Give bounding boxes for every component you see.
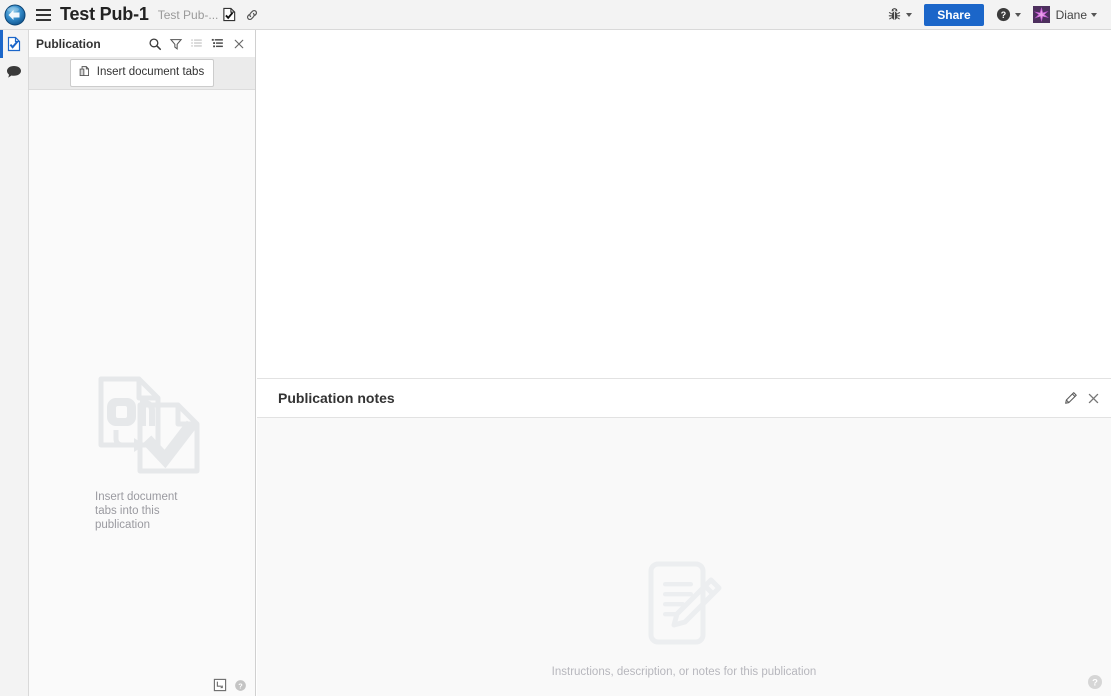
- publication-canvas: [257, 30, 1111, 378]
- sidebar-empty-state: Insert document tabs into this publicati…: [88, 372, 238, 532]
- share-button[interactable]: Share: [924, 3, 984, 26]
- document-check-icon: [7, 36, 21, 52]
- notes-pencil-illustration: [648, 561, 722, 645]
- user-menu-button[interactable]: Diane: [1027, 0, 1103, 30]
- insert-documents-illustration: [98, 376, 200, 474]
- tree-view-icon[interactable]: [207, 32, 228, 56]
- publication-notes-header: Publication notes: [257, 379, 1111, 418]
- panel-layout-icon[interactable]: [211, 676, 229, 694]
- help-icon[interactable]: ?: [231, 676, 249, 694]
- search-icon[interactable]: [144, 32, 165, 56]
- sidebar-toolbar: Insert document tabs: [29, 57, 255, 90]
- corner-help-icon[interactable]: ?: [1087, 674, 1103, 690]
- bug-report-button[interactable]: [881, 0, 918, 30]
- insert-document-tabs-label: Insert document tabs: [96, 66, 205, 79]
- pencil-edit-icon[interactable]: [1061, 386, 1081, 410]
- help-circle-icon: ?: [996, 7, 1010, 22]
- sidebar-item-publication[interactable]: [0, 30, 28, 58]
- close-icon[interactable]: [1083, 386, 1103, 410]
- top-bar: Test Pub-1 Test Pub-... Share ? Diane: [0, 0, 1111, 30]
- sidebar-title: Publication: [36, 36, 101, 51]
- left-icon-rail: [0, 30, 29, 696]
- close-icon[interactable]: [228, 32, 249, 56]
- publication-notes-body[interactable]: Instructions, description, or notes for …: [257, 418, 1111, 696]
- insert-document-tabs-button[interactable]: Insert document tabs: [69, 58, 215, 88]
- filter-icon[interactable]: [165, 32, 186, 56]
- svg-text:?: ?: [1092, 678, 1098, 689]
- chevron-down-icon: [906, 12, 913, 17]
- publication-sidebar: Publication Insert document tabs Insert …: [29, 30, 256, 696]
- insert-document-icon: [78, 65, 91, 82]
- document-check-icon[interactable]: [218, 0, 241, 30]
- bug-icon: [889, 8, 901, 20]
- app-window: Test Pub-1 Test Pub-... Share ? Diane Pu…: [0, 0, 1111, 696]
- svg-text:?: ?: [1000, 10, 1005, 20]
- publication-notes-panel: Publication notes Instructions, descript…: [257, 378, 1111, 696]
- publication-notes-title: Publication notes: [278, 390, 395, 406]
- chevron-down-icon: [1014, 12, 1021, 17]
- sidebar-body: Insert document tabs into this publicati…: [29, 90, 255, 674]
- notes-empty-text: Instructions, description, or notes for …: [551, 666, 817, 678]
- sidebar-footer: ?: [29, 674, 255, 696]
- notes-empty-state: Instructions, description, or notes for …: [257, 558, 1111, 678]
- chevron-down-icon: [1091, 12, 1097, 17]
- page-subtitle: Test Pub-...: [157, 7, 219, 22]
- sidebar-empty-text: Insert document tabs into this publicati…: [95, 491, 178, 531]
- user-name: Diane: [1055, 7, 1087, 22]
- link-icon[interactable]: [241, 0, 263, 30]
- sidebar-header: Publication: [29, 30, 255, 57]
- svg-text:?: ?: [238, 681, 243, 690]
- sidebar-item-comments[interactable]: [0, 58, 28, 86]
- app-logo-icon[interactable]: [0, 0, 30, 30]
- page-title: Test Pub-1: [60, 4, 149, 24]
- list-view-icon[interactable]: [186, 32, 207, 56]
- comment-bubble-icon: [7, 66, 21, 78]
- main-content: Publication notes Instructions, descript…: [257, 30, 1111, 696]
- hamburger-menu-icon[interactable]: [30, 0, 56, 30]
- avatar: [1032, 6, 1050, 23]
- topbar-right-tools: Share ? Diane: [881, 0, 1111, 30]
- help-button[interactable]: ?: [990, 0, 1027, 30]
